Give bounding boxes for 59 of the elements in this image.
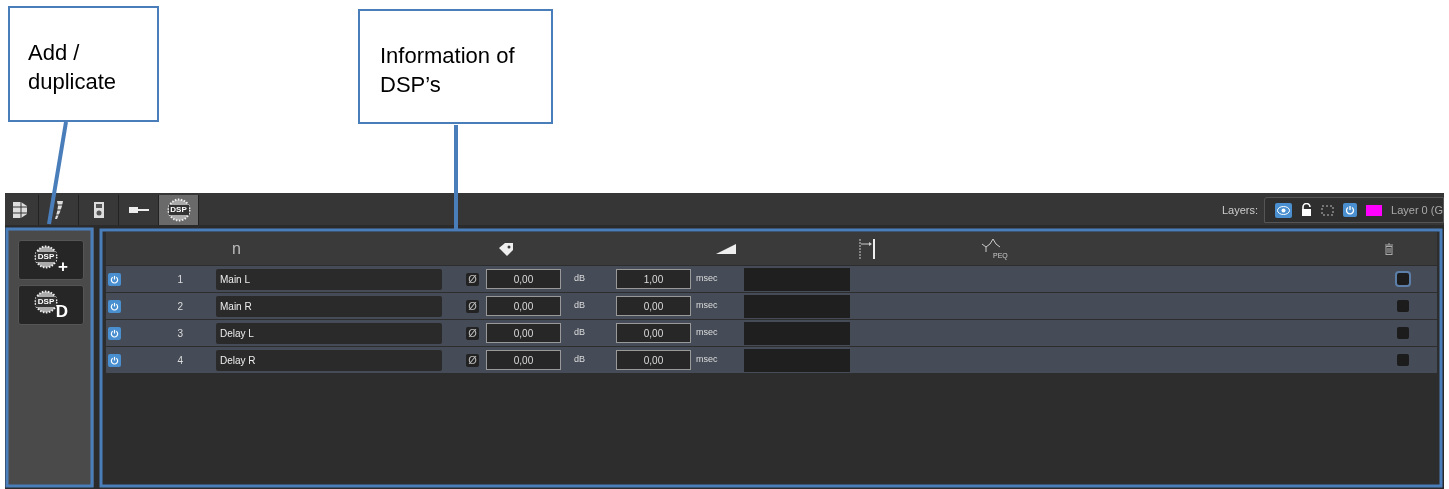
phase-button[interactable]: Ø xyxy=(466,353,479,367)
delay-field[interactable]: 0,00 xyxy=(616,323,691,343)
chip-icon: DSP xyxy=(166,198,191,222)
row-checkbox[interactable] xyxy=(1397,354,1409,366)
ramp-icon xyxy=(716,243,736,254)
callout-text: Information of DSP’s xyxy=(380,42,516,99)
power-toggle[interactable] xyxy=(108,299,121,313)
trash-icon xyxy=(1384,242,1394,255)
eye-icon xyxy=(1277,205,1291,215)
unit-label: msec xyxy=(696,353,719,367)
delay-field[interactable]: 0,00 xyxy=(616,296,691,316)
delay-icon xyxy=(858,237,876,260)
gain-field[interactable]: 0,00 xyxy=(486,269,561,289)
phase-button[interactable]: Ø xyxy=(466,272,479,286)
delay-field[interactable]: 0,00 xyxy=(616,350,691,370)
row-checkbox[interactable] xyxy=(1397,327,1409,339)
gain-field[interactable]: 0,00 xyxy=(486,296,561,316)
phase-button[interactable]: Ø xyxy=(466,326,479,340)
layers-label: Layers: xyxy=(1221,202,1259,218)
power-icon xyxy=(110,355,119,365)
unit-label: msec xyxy=(696,299,719,313)
power-toggle[interactable] xyxy=(108,272,121,286)
callout-text: Add / duplicate xyxy=(28,39,118,96)
unit-label: dB xyxy=(574,272,586,286)
unit-label: msec xyxy=(696,272,719,286)
gain-field[interactable]: 0,00 xyxy=(486,350,561,370)
power-icon xyxy=(1345,205,1356,215)
row-number: 4 xyxy=(177,354,183,366)
name-field[interactable]: Main L xyxy=(216,268,442,290)
layer-name: Layer 0 (G xyxy=(1391,202,1443,218)
visibility-toggle[interactable] xyxy=(1275,202,1293,218)
power-icon xyxy=(110,328,119,338)
unit-label: msec xyxy=(696,326,719,340)
power-icon xyxy=(110,274,119,284)
column-header: n xyxy=(232,238,241,259)
gain-field[interactable]: 0,00 xyxy=(486,323,561,343)
row-checkbox[interactable] xyxy=(1397,300,1409,312)
name-field[interactable]: Main R xyxy=(216,295,442,317)
name-field[interactable]: Delay R xyxy=(216,349,442,371)
delay-field[interactable]: 1,00 xyxy=(616,269,691,289)
row-number: 2 xyxy=(177,300,183,312)
cable-icon xyxy=(128,207,149,213)
tag-icon xyxy=(498,241,514,256)
unit-label: dB xyxy=(574,353,586,367)
power-toggle[interactable] xyxy=(1343,203,1358,217)
unit-label: dB xyxy=(574,326,586,340)
power-icon xyxy=(110,301,119,311)
row-checkbox[interactable] xyxy=(1397,273,1409,285)
toolbar-tab[interactable]: DSP xyxy=(159,195,199,225)
power-toggle[interactable] xyxy=(108,353,121,367)
selection-icon xyxy=(1321,204,1335,216)
name-field[interactable]: Delay L xyxy=(216,322,442,344)
row-number: 3 xyxy=(177,327,183,339)
curved-array-icon xyxy=(53,201,64,219)
power-toggle[interactable] xyxy=(108,326,121,340)
unit-label: dB xyxy=(574,299,586,313)
row-number: 1 xyxy=(177,273,183,285)
phase-button[interactable]: Ø xyxy=(466,299,479,313)
add-button[interactable]: DSP + xyxy=(18,240,84,280)
